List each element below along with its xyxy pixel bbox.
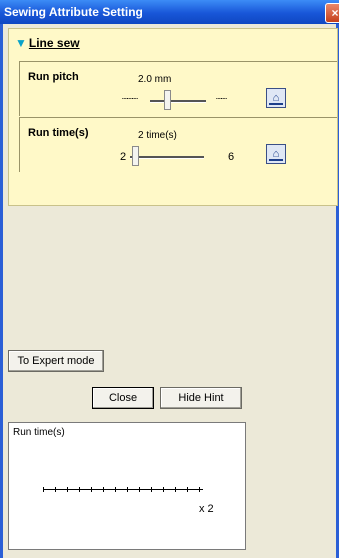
stitch-mark	[43, 487, 44, 492]
stitch-mark	[55, 487, 56, 492]
hide-hint-button[interactable]: Hide Hint	[160, 387, 242, 409]
run-time-slider-track[interactable]	[130, 156, 204, 159]
stitch-mark	[67, 487, 68, 492]
stitch-mark	[103, 487, 104, 492]
run-pitch-label: Run pitch	[28, 71, 79, 83]
section-title[interactable]: Line sew	[29, 36, 80, 50]
window-close-icon[interactable]: ×	[325, 3, 339, 23]
hint-panel: Run time(s) x 2	[8, 422, 246, 550]
stitch-mark	[163, 487, 164, 492]
run-pitch-value: 2.0 mm	[138, 74, 172, 85]
stitch-mark	[187, 487, 188, 492]
section-header-line-sew[interactable]: ▼ Line sew	[15, 36, 80, 50]
default-reset-icon[interactable]: ⌂	[266, 144, 286, 164]
long-stitch-icon: ┈┈	[216, 94, 227, 105]
hint-title: Run time(s)	[13, 427, 65, 438]
stitch-mark	[115, 487, 116, 492]
run-time-min: 2	[120, 151, 127, 163]
run-pitch-row: Run pitch 2.0 mm ┈┈┈ ┈┈ ⌂	[19, 61, 337, 116]
stitch-mark	[91, 487, 92, 492]
close-button[interactable]: Close	[92, 387, 154, 409]
stitch-mark	[199, 487, 200, 492]
hint-multiplier: x 2	[199, 503, 214, 515]
expert-mode-button[interactable]: To Expert mode	[8, 350, 104, 372]
stitch-mark	[79, 487, 80, 492]
stitch-mark	[139, 487, 140, 492]
run-time-label: Run time(s)	[28, 127, 89, 139]
stitch-mark	[151, 487, 152, 492]
run-time-max: 6	[228, 151, 235, 163]
window-title: Sewing Attribute Setting	[4, 5, 143, 19]
stitch-mark	[127, 487, 128, 492]
run-time-slider-thumb[interactable]	[132, 146, 139, 166]
collapse-triangle-icon[interactable]: ▼	[15, 36, 27, 50]
dialog-window: Sewing Attribute Setting × ▼ Line sew Run…	[0, 0, 339, 558]
run-pitch-slider-thumb[interactable]	[164, 90, 171, 110]
run-time-row: Run time(s) 2 time(s) 2 6 ⌂	[19, 117, 337, 172]
short-stitch-icon: ┈┈┈	[122, 94, 138, 105]
stitch-mark	[175, 487, 176, 492]
run-time-value: 2 time(s)	[138, 130, 177, 141]
line-sew-panel: ▼ Line sew Run pitch 2.0 mm ┈┈┈ ┈┈ ⌂ Run …	[8, 28, 338, 206]
run-pitch-slider-track[interactable]	[150, 100, 206, 103]
default-reset-icon[interactable]: ⌂	[266, 88, 286, 108]
title-bar[interactable]: Sewing Attribute Setting ×	[0, 0, 339, 24]
